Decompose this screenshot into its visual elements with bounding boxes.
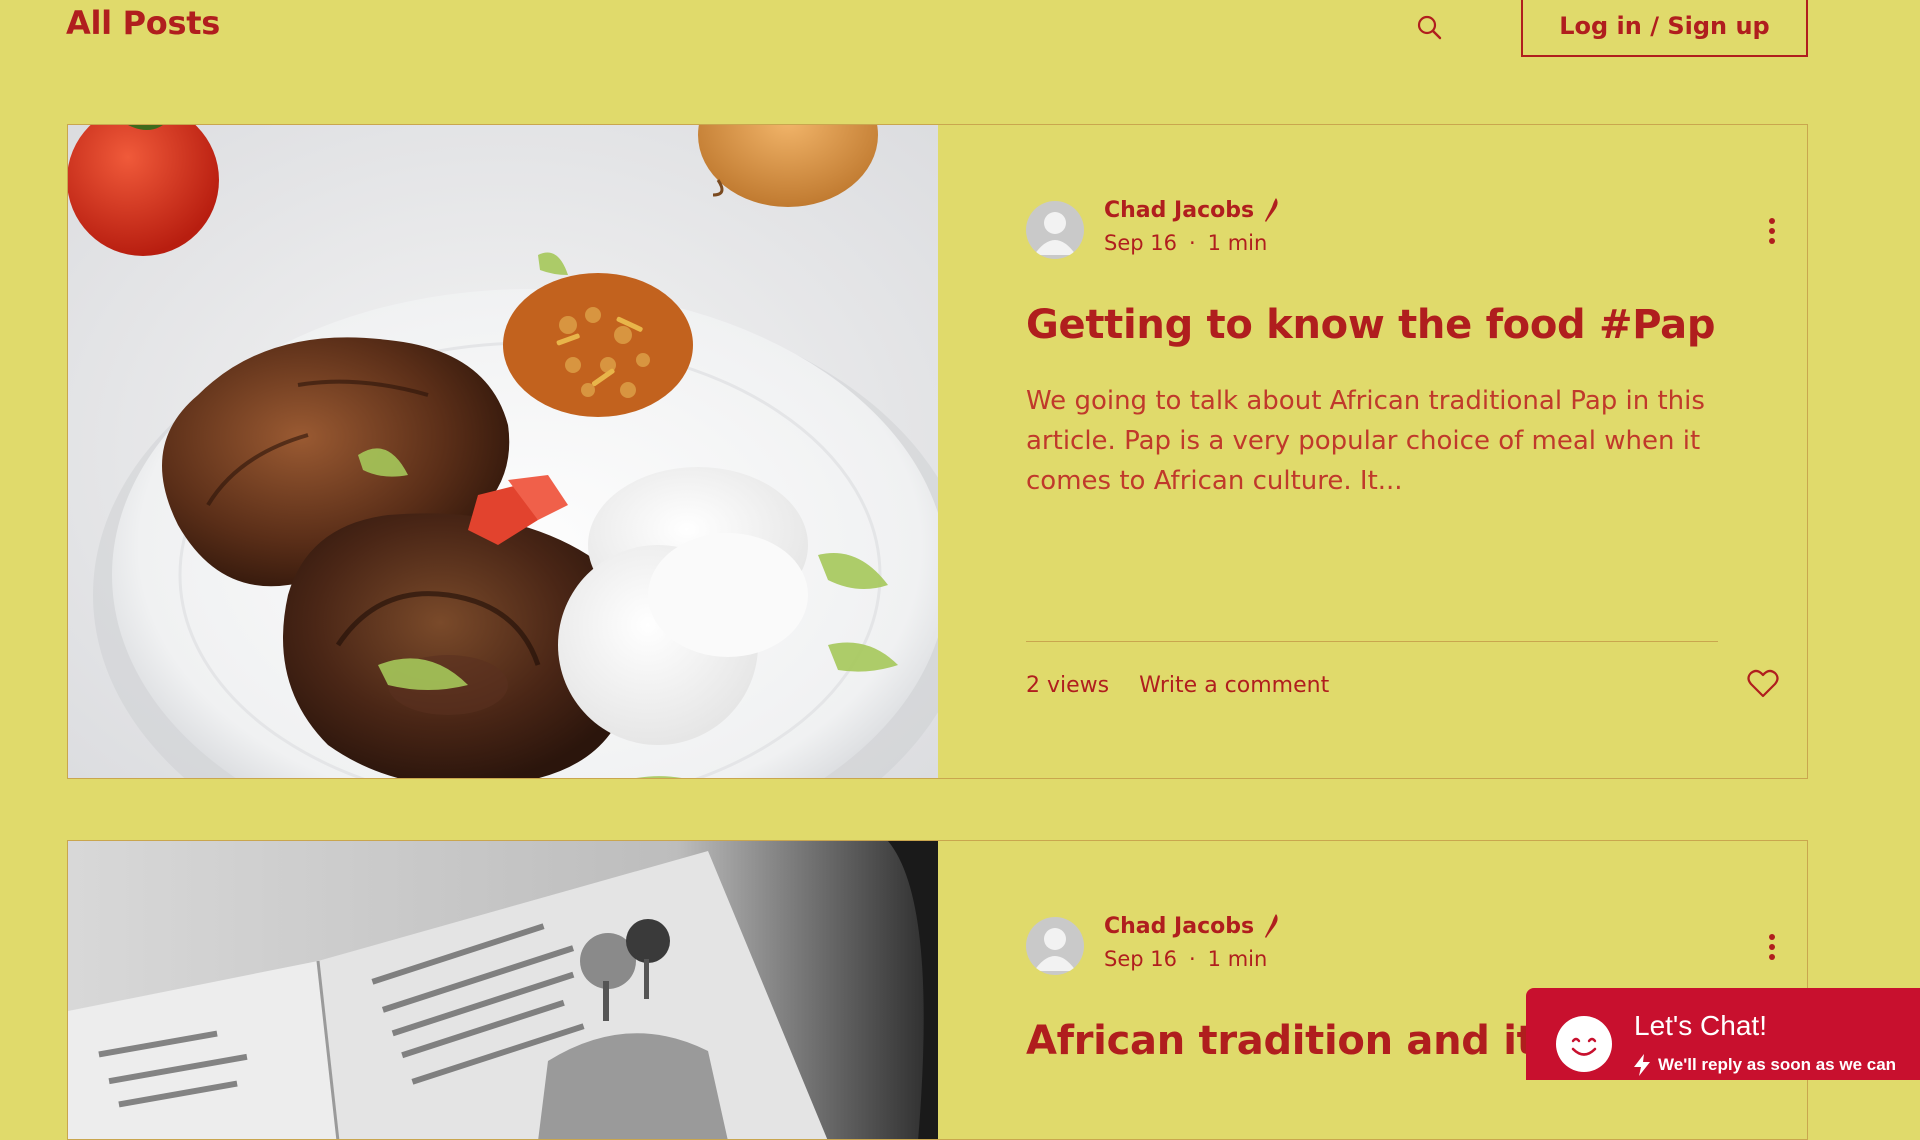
- post-stats: 2 views Write a comment: [1026, 673, 1329, 698]
- post-title[interactable]: Getting to know the food #Pap: [1026, 301, 1786, 349]
- more-actions-icon[interactable]: [1758, 213, 1786, 249]
- author-name-text[interactable]: Chad Jacobs: [1104, 198, 1254, 223]
- post-meta: Sep 16 · 1 min: [1104, 231, 1267, 255]
- user-avatar-icon: [1034, 928, 1076, 971]
- user-avatar-icon: [1034, 212, 1076, 255]
- login-signup-button[interactable]: Log in / Sign up: [1521, 0, 1808, 57]
- top-bar: All Posts Log in / Sign up: [0, 0, 1920, 60]
- post-card[interactable]: Chad Jacobs Sep 16 · 1 min Getting to kn…: [67, 124, 1808, 779]
- book-image: [68, 841, 938, 1139]
- divider: [1026, 641, 1718, 642]
- author-name-text[interactable]: Chad Jacobs: [1104, 914, 1254, 939]
- chat-subtitle-text: We'll reply as soon as we can: [1658, 1055, 1897, 1074]
- chat-subtitle: We'll reply as soon as we can: [1632, 1054, 1896, 1076]
- post-date: Sep 16: [1104, 947, 1177, 971]
- heart-icon[interactable]: [1746, 669, 1780, 699]
- meta-separator: ·: [1188, 947, 1196, 971]
- author-name[interactable]: Chad Jacobs: [1104, 913, 1280, 939]
- post-image[interactable]: [68, 125, 938, 778]
- post-body: Chad Jacobs Sep 16 · 1 min Getting to kn…: [938, 125, 1807, 778]
- author-avatar[interactable]: [1026, 201, 1084, 259]
- smiley-face-icon: [1556, 1016, 1612, 1072]
- meta-separator: ·: [1188, 231, 1196, 255]
- writer-quill-icon: [1265, 914, 1278, 938]
- lightning-icon: [1634, 1054, 1650, 1076]
- search-icon[interactable]: [1414, 12, 1444, 42]
- all-posts-link[interactable]: All Posts: [66, 4, 220, 42]
- writer-quill-icon: [1265, 198, 1278, 222]
- post-image[interactable]: [68, 841, 938, 1139]
- post-date: Sep 16: [1104, 231, 1177, 255]
- write-comment-link[interactable]: Write a comment: [1139, 673, 1329, 698]
- author-avatar[interactable]: [1026, 917, 1084, 975]
- read-time: 1 min: [1207, 947, 1268, 971]
- read-time: 1 min: [1207, 231, 1268, 255]
- post-meta: Sep 16 · 1 min: [1104, 947, 1267, 971]
- more-actions-icon[interactable]: [1758, 929, 1786, 965]
- chat-widget[interactable]: Let's Chat! We'll reply as soon as we ca…: [1526, 988, 1920, 1080]
- post-excerpt[interactable]: We going to talk about African tradition…: [1026, 381, 1746, 501]
- chat-title: Let's Chat!: [1634, 1010, 1767, 1041]
- food-plate-image: [68, 125, 938, 778]
- author-name[interactable]: Chad Jacobs: [1104, 197, 1280, 223]
- views-count: 2 views: [1026, 673, 1110, 698]
